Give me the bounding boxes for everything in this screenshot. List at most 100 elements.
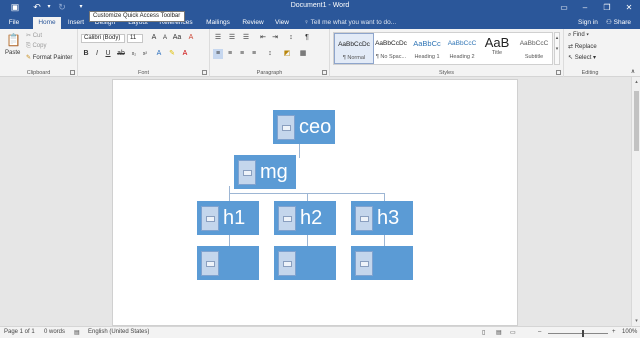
bold-icon[interactable]: B [81, 49, 91, 59]
text-effects-icon[interactable]: A [154, 49, 164, 59]
font-name-combobox[interactable]: Calibri (Body) [81, 34, 125, 43]
vertical-scrollbar[interactable]: ▴ ▾ [631, 77, 640, 326]
superscript-icon[interactable]: x² [140, 49, 150, 59]
highlight-icon[interactable]: ✎ [167, 49, 177, 59]
align-right-icon[interactable]: ≡ [237, 49, 247, 59]
org-node-h3[interactable]: h3 [351, 201, 413, 235]
org-node-h1[interactable]: h1 [197, 201, 259, 235]
font-launcher-icon[interactable] [202, 70, 207, 75]
change-case-icon[interactable]: Aa [172, 33, 182, 43]
ribbon-display-options-icon[interactable]: ▭ [554, 0, 574, 15]
org-node-h2[interactable]: h2 [274, 201, 336, 235]
select-button[interactable]: ↖ Select ▾ [568, 54, 596, 61]
clipboard-launcher-icon[interactable] [70, 70, 75, 75]
borders-icon[interactable]: ▦ [298, 49, 308, 59]
page-count[interactable]: Page 1 of 1 [4, 329, 35, 335]
font-size-combobox[interactable]: 11 [127, 34, 143, 43]
connector-line [307, 193, 308, 201]
picture-placeholder-icon[interactable] [277, 115, 295, 140]
justify-icon[interactable]: ≡ [249, 49, 259, 59]
styles-gallery-scroll[interactable]: ▴ ▾ [554, 32, 560, 65]
picture-placeholder-icon[interactable] [278, 206, 296, 231]
style-subtitle[interactable]: AaBbCcC Subtitle [514, 33, 554, 64]
numbering-icon[interactable]: ☰ [227, 33, 237, 43]
format-painter-button[interactable]: ✎ Format Painter [26, 54, 72, 61]
picture-placeholder-icon[interactable] [201, 206, 219, 231]
minimize-icon[interactable]: – [575, 0, 595, 15]
find-button[interactable]: ⌕ Find ▾ [568, 32, 589, 39]
shrink-font-icon[interactable]: A [160, 33, 170, 43]
zoom-slider[interactable] [548, 333, 608, 334]
align-left-icon[interactable]: ≡ [213, 49, 223, 59]
paste-icon[interactable]: 📋 [6, 33, 21, 47]
bullets-icon[interactable]: ☰ [213, 33, 223, 43]
zoom-level[interactable]: 100% [622, 329, 637, 335]
show-marks-icon[interactable]: ¶ [302, 33, 312, 43]
shading-icon[interactable]: ◩ [282, 49, 292, 59]
format-painter-label: Format Painter [32, 55, 73, 61]
word-count[interactable]: 0 words [44, 329, 65, 335]
zoom-slider-thumb[interactable] [582, 330, 584, 337]
org-node-ceo[interactable]: ceo [273, 110, 335, 144]
tab-insert[interactable]: Insert [64, 17, 88, 29]
sort-icon[interactable]: ↕ [286, 33, 296, 43]
subscript-icon[interactable]: x₂ [129, 49, 139, 59]
tab-home[interactable]: Home [33, 17, 61, 29]
align-center-icon[interactable]: ≡ [225, 49, 235, 59]
proofing-icon[interactable]: ▤ [74, 329, 80, 336]
scroll-down-icon[interactable]: ▾ [632, 318, 640, 324]
style-heading-2[interactable]: AaBbCcC Heading 2 [442, 33, 482, 64]
clear-formatting-icon[interactable]: A [186, 33, 196, 43]
strikethrough-icon[interactable]: ab [116, 49, 126, 59]
underline-icon[interactable]: U [103, 49, 113, 59]
tab-review[interactable]: Review [240, 17, 266, 29]
org-node-empty[interactable] [197, 246, 259, 280]
document-page[interactable]: ceo mg h1 h2 h3 [112, 79, 518, 326]
scrollbar-thumb[interactable] [634, 91, 639, 151]
style-no-spacing[interactable]: AaBbCcDc ¶ No Spac... [371, 33, 411, 64]
paste-button[interactable]: Paste [5, 50, 20, 56]
print-layout-icon[interactable]: ▤ [496, 329, 502, 336]
picture-placeholder-icon[interactable] [201, 251, 219, 276]
font-group-label: Font [137, 70, 149, 76]
share-button[interactable]: ⚇ Share [606, 17, 631, 29]
scroll-up-icon[interactable]: ▴ [632, 79, 640, 85]
cut-button[interactable]: ✂ Cut [26, 32, 42, 39]
sign-in-link[interactable]: Sign in [578, 17, 598, 29]
picture-placeholder-icon[interactable] [355, 206, 373, 231]
styles-launcher-icon[interactable] [556, 70, 561, 75]
style-title[interactable]: AaB Title [477, 33, 517, 64]
style-heading-1[interactable]: AaBbCc Heading 1 [407, 33, 447, 64]
language-status[interactable]: English (United States) [88, 329, 149, 335]
tab-file[interactable]: File [4, 17, 24, 29]
web-layout-icon[interactable]: ▭ [510, 329, 516, 336]
collapse-ribbon-icon[interactable]: ∧ [628, 67, 638, 77]
tab-mailings[interactable]: Mailings [202, 17, 234, 29]
increase-indent-icon[interactable]: ⇥ [270, 33, 280, 43]
picture-placeholder-icon[interactable] [278, 251, 296, 276]
smartart-org-chart[interactable]: ceo mg h1 h2 h3 [113, 80, 519, 327]
zoom-in-icon[interactable]: + [612, 329, 616, 335]
close-icon[interactable]: ✕ [619, 0, 639, 15]
multilevel-list-icon[interactable]: ☰ [241, 33, 251, 43]
org-node-empty[interactable] [351, 246, 413, 280]
zoom-out-icon[interactable]: – [538, 329, 541, 335]
decrease-indent-icon[interactable]: ⇤ [258, 33, 268, 43]
font-color-icon[interactable]: A [180, 49, 190, 59]
tab-view[interactable]: View [272, 17, 292, 29]
read-mode-icon[interactable]: ▯ [482, 329, 485, 336]
picture-placeholder-icon[interactable] [355, 251, 373, 276]
restore-icon[interactable]: ❐ [597, 0, 617, 15]
copy-button[interactable]: ⎘ Copy [26, 43, 46, 50]
picture-placeholder-icon[interactable] [238, 160, 256, 185]
paragraph-launcher-icon[interactable] [322, 70, 327, 75]
italic-icon[interactable]: I [92, 49, 102, 59]
grow-font-icon[interactable]: A [149, 33, 159, 43]
replace-button[interactable]: ⇄ Replace [568, 43, 597, 50]
tell-me-search[interactable]: ♀ Tell me what you want to do... [304, 17, 396, 29]
copy-label: Copy [32, 43, 47, 49]
org-node-mg[interactable]: mg [234, 155, 296, 189]
line-spacing-icon[interactable]: ↕ [265, 49, 275, 59]
style-normal[interactable]: AaBbCcDc ¶ Normal [334, 33, 374, 64]
org-node-empty[interactable] [274, 246, 336, 280]
